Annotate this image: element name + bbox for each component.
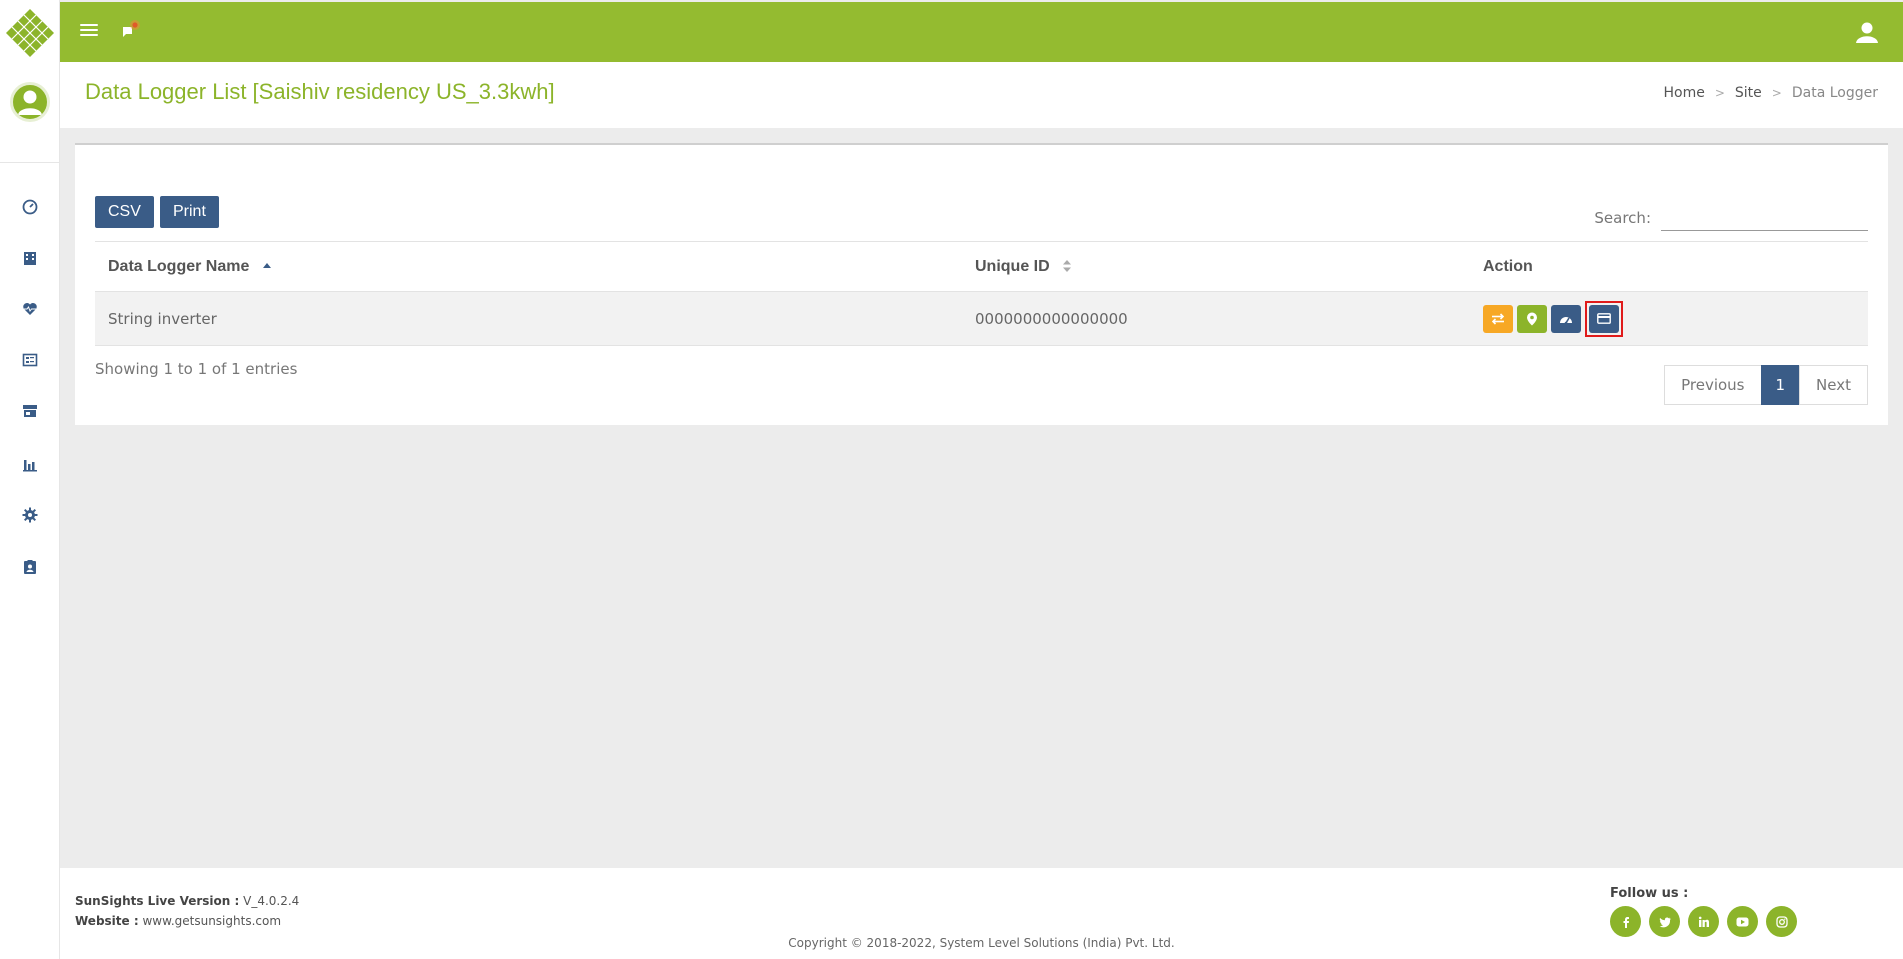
card-icon: [1597, 313, 1611, 324]
version-label: SunSights Live Version :: [75, 894, 240, 908]
building-icon: [24, 252, 36, 265]
table-info: Showing 1 to 1 of 1 entries: [95, 360, 298, 378]
list-report-icon: [22, 353, 38, 367]
cell-actions: [1470, 291, 1868, 346]
column-header-action: Action: [1470, 241, 1868, 292]
social-links: [1610, 906, 1797, 937]
website-line: Website : www.getsunsights.com: [75, 914, 281, 928]
row-action-group: [1483, 300, 1868, 337]
store-icon: [23, 405, 37, 417]
twitter-link[interactable]: [1649, 906, 1680, 937]
copyright-text: Copyright © 2018-2022, System Level Solu…: [788, 936, 1175, 950]
notification-flag-icon[interactable]: [120, 20, 144, 44]
print-button[interactable]: Print: [160, 196, 219, 228]
previous-page-button[interactable]: Previous: [1664, 365, 1762, 405]
breadcrumb-separator: >: [1714, 86, 1725, 100]
facebook-link[interactable]: [1610, 906, 1641, 937]
card-button[interactable]: [1589, 304, 1619, 333]
brand-logo[interactable]: [6, 9, 54, 57]
twitter-icon: [1659, 916, 1671, 927]
clipboard-user-icon: [24, 560, 36, 574]
search-input[interactable]: [1661, 203, 1868, 231]
menu-icon-bar: [80, 29, 98, 31]
menu-icon: [80, 24, 98, 26]
column-header-unique-id[interactable]: Unique ID: [962, 241, 1470, 292]
sidebar-item-reports[interactable]: [15, 345, 45, 375]
breadcrumb-current: Data Logger: [1791, 85, 1878, 101]
csv-export-button[interactable]: CSV: [95, 196, 154, 228]
follow-us-label: Follow us :: [1610, 886, 1689, 901]
breadcrumb-home[interactable]: Home: [1664, 85, 1705, 101]
sidebar-item-settings[interactable]: [15, 500, 45, 530]
cell-unique-id: 0000000000000000: [962, 291, 1470, 346]
column-header-name[interactable]: Data Logger Name: [95, 241, 962, 292]
breadcrumb-separator: >: [1771, 86, 1782, 100]
breadcrumb-site[interactable]: Site: [1735, 85, 1762, 101]
sidebar-divider: [0, 162, 60, 163]
sidebar-item-analytics[interactable]: [15, 449, 45, 479]
column-header-label: Action: [1483, 257, 1533, 275]
gauge-icon: [1560, 316, 1572, 324]
facebook-icon: [1623, 916, 1629, 928]
sidebar-item-health[interactable]: [15, 294, 45, 324]
page-header: Data Logger List [Saishiv residency US_3…: [60, 62, 1903, 128]
footer: SunSights Live Version : V_4.0.2.4 Websi…: [60, 868, 1903, 959]
instagram-icon: [1775, 915, 1788, 928]
sidebar-item-users[interactable]: [15, 552, 45, 582]
linkedin-icon: [1698, 916, 1709, 927]
sidebar: [0, 0, 60, 959]
sidebar-item-dashboard[interactable]: [15, 192, 45, 222]
table-row: String inverter 0000000000000000: [95, 291, 1868, 346]
pagination: Previous 1 Next: [1664, 365, 1868, 405]
version-value: V_4.0.2.4: [243, 894, 300, 908]
location-button[interactable]: [1517, 304, 1547, 333]
search-label: Search:: [1594, 209, 1651, 227]
page-button-current[interactable]: 1: [1760, 365, 1801, 405]
bar-chart-icon: [23, 460, 37, 472]
sidebar-item-store[interactable]: [15, 396, 45, 426]
column-header-label: Unique ID: [975, 257, 1050, 275]
sort-both-icon: [1063, 260, 1072, 273]
breadcrumb: Home > Site > Data Logger: [1664, 85, 1879, 101]
gauge-button[interactable]: [1551, 304, 1581, 333]
highlighted-action-frame: [1585, 300, 1623, 337]
column-header-label: Data Logger Name: [108, 257, 250, 275]
linkedin-link[interactable]: [1688, 906, 1719, 937]
sidebar-avatar[interactable]: [10, 82, 50, 122]
gear-icon: [22, 507, 38, 523]
page-title: Data Logger List [Saishiv residency US_3…: [85, 79, 555, 104]
map-pin-icon: [1527, 312, 1537, 325]
user-avatar-icon: [18, 90, 42, 115]
next-page-button[interactable]: Next: [1799, 365, 1868, 405]
heart-pulse-icon: [23, 303, 37, 315]
youtube-link[interactable]: [1727, 906, 1758, 937]
table-header-row: Data Logger Name Unique ID Action: [95, 241, 1868, 292]
cell-logger-name: String inverter: [95, 291, 962, 346]
youtube-icon: [1736, 917, 1749, 926]
instagram-link[interactable]: [1766, 906, 1797, 937]
transfer-icon: [1491, 312, 1505, 325]
website-link[interactable]: www.getsunsights.com: [142, 914, 281, 928]
sidebar-item-sites[interactable]: [15, 243, 45, 273]
sort-asc-icon: [262, 263, 271, 269]
user-icon[interactable]: [1855, 20, 1879, 44]
menu-icon-bar: [80, 34, 98, 36]
data-logger-card: CSV Print Search: Data Logger Name Uniqu…: [75, 143, 1888, 425]
website-label: Website :: [75, 914, 139, 928]
menu-toggle-button[interactable]: [80, 24, 98, 40]
top-navbar: [60, 2, 1903, 62]
data-logger-table: Data Logger Name Unique ID Action String…: [95, 241, 1868, 346]
version-line: SunSights Live Version : V_4.0.2.4: [75, 894, 299, 908]
dashboard-icon: [22, 199, 38, 215]
transfer-button[interactable]: [1483, 304, 1513, 333]
